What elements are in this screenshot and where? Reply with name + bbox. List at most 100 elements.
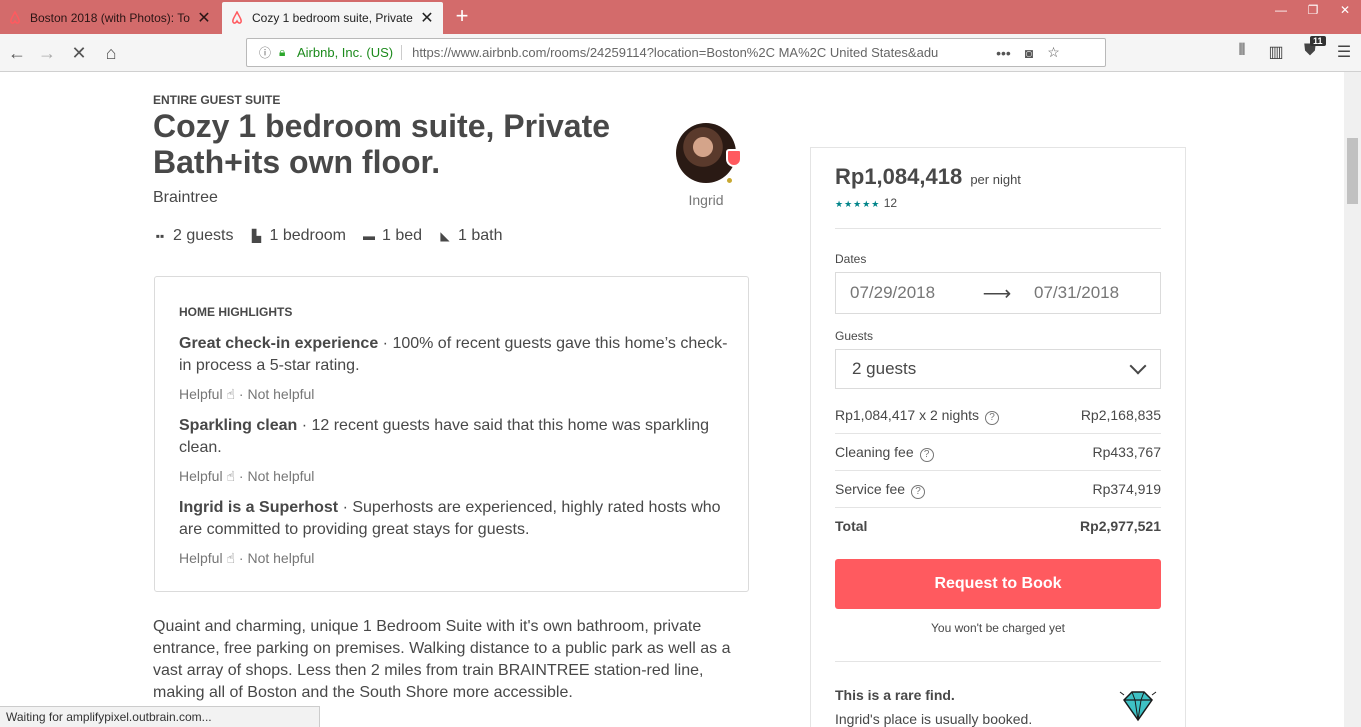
thumbs-up-icon[interactable]: ☝︎ — [226, 550, 235, 566]
listing-description: Quaint and charming, unique 1 Bedroom Su… — [153, 618, 731, 701]
host-profile[interactable]: Ingrid — [676, 123, 742, 208]
menu-icon[interactable]: ☰ — [1327, 42, 1361, 62]
stop-icon[interactable]: ✕ — [66, 40, 92, 66]
guests-label: Guests — [835, 329, 874, 343]
host-avatar[interactable] — [676, 123, 742, 185]
help-icon[interactable]: ? — [911, 485, 926, 499]
home-highlights: HOME HIGHLIGHTS Great check-in experienc… — [154, 276, 749, 592]
divider — [835, 228, 1161, 229]
dates-picker[interactable]: 07/29/2018 ⟶ 07/31/2018 — [835, 272, 1161, 314]
lock-icon: 🔒︎ — [279, 45, 286, 59]
price-breakdown-row: Rp1,084,417 x 2 nights? Rp2,168,835 — [835, 407, 1161, 425]
request-to-book-button[interactable]: Request to Book — [835, 559, 1161, 609]
back-icon[interactable]: ← — [4, 40, 30, 66]
highlight-vote: Helpful ☝︎ · Not helpful — [179, 550, 315, 566]
bookmark-star-icon[interactable]: ☆ — [1047, 44, 1060, 61]
not-helpful-link[interactable]: Not helpful — [247, 550, 314, 566]
forward-icon[interactable]: → — [34, 40, 60, 66]
info-icon[interactable]: ⓘ — [255, 44, 275, 61]
helpful-link[interactable]: Helpful — [179, 468, 223, 484]
url-text[interactable]: https://www.airbnb.com/rooms/24259114?lo… — [412, 45, 982, 60]
price-value: Rp1,084,418 — [835, 164, 963, 189]
thumbs-up-icon[interactable]: ☝︎ — [226, 468, 235, 484]
listing-title: Cozy 1 bedroom suite, Private Bath+its o… — [153, 108, 611, 180]
extension-icon[interactable]: ⛊ 11 — [1293, 36, 1327, 62]
tab-title: Boston 2018 (with Photos): Top — [30, 11, 190, 25]
cleaning-fee-label: Cleaning fee — [835, 444, 914, 460]
new-tab-button[interactable]: + — [450, 4, 474, 30]
listing-location[interactable]: Braintree — [153, 189, 218, 207]
minimize-icon[interactable]: — — [1265, 0, 1297, 22]
listing-type: ENTIRE GUEST SUITE — [153, 93, 281, 107]
nightly-price: Rp1,084,418 per night — [835, 164, 1021, 190]
highlight-item: Sparkling clean · 12 recent guests have … — [179, 415, 729, 459]
bed-icon: ▬ — [362, 229, 375, 243]
tab-listing[interactable]: Cozy 1 bedroom suite, Private B ✕ — [222, 2, 443, 34]
helpful-link[interactable]: Helpful — [179, 386, 223, 402]
nights-label: Rp1,084,417 x 2 nights — [835, 407, 979, 423]
highlight-title: Sparkling clean — [179, 417, 298, 434]
pocket-icon[interactable]: ◙ — [1025, 45, 1033, 61]
amenity-label: 1 bedroom — [269, 227, 346, 244]
dates-label: Dates — [835, 252, 867, 266]
guests-select[interactable]: 2 guests — [835, 349, 1161, 389]
host-name[interactable]: Ingrid — [666, 192, 746, 208]
site-identity[interactable]: Airbnb, Inc. (US) — [297, 45, 403, 60]
verified-dot-icon — [725, 176, 734, 185]
home-icon[interactable]: ⌂ — [98, 40, 124, 66]
help-icon[interactable]: ? — [919, 448, 934, 462]
restore-icon[interactable]: ❐ — [1297, 0, 1329, 22]
airbnb-favicon-icon — [8, 11, 22, 25]
address-bar[interactable]: ⓘ 🔒︎ Airbnb, Inc. (US) https://www.airbn… — [246, 38, 1106, 67]
diamond-icon — [1119, 691, 1157, 722]
highlights-heading: HOME HIGHLIGHTS — [179, 305, 293, 319]
page-actions-icon[interactable]: ••• — [996, 45, 1011, 61]
rating[interactable]: ★★★★★ 12 — [835, 196, 897, 210]
star-rating-icon: ★★★★★ — [835, 199, 881, 209]
thumbs-up-icon[interactable]: ☝︎ — [226, 386, 235, 402]
amenity-summary: ▪▪ 2 guests ▙ 1 bedroom ▬ 1 bed ◣ 1 bath — [153, 227, 519, 245]
divider — [835, 433, 1161, 434]
highlight-item: Great check-in experience · 100% of rece… — [179, 333, 729, 377]
amenity-label: 1 bath — [458, 227, 503, 244]
sidebar-icon[interactable]: ▥ — [1259, 42, 1293, 62]
tab-boston[interactable]: Boston 2018 (with Photos): Top ✕ — [0, 2, 220, 34]
charge-note: You won't be charged yet — [931, 621, 1065, 635]
price-breakdown-row: Cleaning fee? Rp433,767 — [835, 444, 1161, 462]
per-night-label: per night — [970, 172, 1021, 187]
tab-title: Cozy 1 bedroom suite, Private B — [252, 11, 413, 25]
bedroom-icon: ▙ — [251, 229, 262, 243]
close-tab-icon[interactable]: ✕ — [419, 8, 435, 28]
not-helpful-link[interactable]: Not helpful — [247, 386, 314, 402]
amenity-label: 1 bed — [381, 227, 423, 244]
total-row: Total Rp2,977,521 — [835, 518, 1161, 534]
toolbar-right: ⫴ ▥ ⛊ 11 ☰ — [1225, 36, 1361, 62]
page-scrollbar[interactable] — [1344, 72, 1361, 727]
extension-badge: 11 — [1310, 36, 1326, 46]
rare-find-desc: Ingrid's place is usually booked. — [835, 711, 1033, 727]
highlight-title: Ingrid is a Superhost — [179, 499, 339, 516]
amenity-label: 2 guests — [173, 227, 234, 244]
close-window-icon[interactable]: ✕ — [1329, 0, 1361, 22]
amenity-item: ▙ 1 bedroom — [249, 227, 346, 245]
cleaning-fee-amount: Rp433,767 — [1092, 444, 1161, 460]
amenity-item: ▬ 1 bed — [362, 227, 422, 245]
library-icon[interactable]: ⫴ — [1225, 42, 1259, 62]
status-bar: Waiting for amplifypixel.outbrain.com... — [0, 706, 320, 727]
guests-icon: ▪▪ — [155, 229, 165, 243]
total-amount: Rp2,977,521 — [1080, 518, 1161, 534]
amenity-item: ◣ 1 bath — [438, 227, 502, 245]
divider — [835, 507, 1161, 508]
review-count: 12 — [883, 196, 898, 210]
guests-value: 2 guests — [852, 359, 917, 378]
helpful-link[interactable]: Helpful — [179, 550, 223, 566]
check-out-input[interactable]: 07/31/2018 — [1034, 283, 1119, 303]
check-in-input[interactable]: 07/29/2018 — [850, 283, 970, 303]
help-icon[interactable]: ? — [985, 411, 999, 425]
window-controls: — ❐ ✕ — [1265, 0, 1361, 22]
rare-find-title: This is a rare find. — [835, 687, 955, 703]
not-helpful-link[interactable]: Not helpful — [247, 468, 314, 484]
scrollbar-thumb[interactable] — [1347, 138, 1358, 204]
close-tab-icon[interactable]: ✕ — [196, 8, 212, 28]
price-breakdown-row: Service fee? Rp374,919 — [835, 481, 1161, 499]
